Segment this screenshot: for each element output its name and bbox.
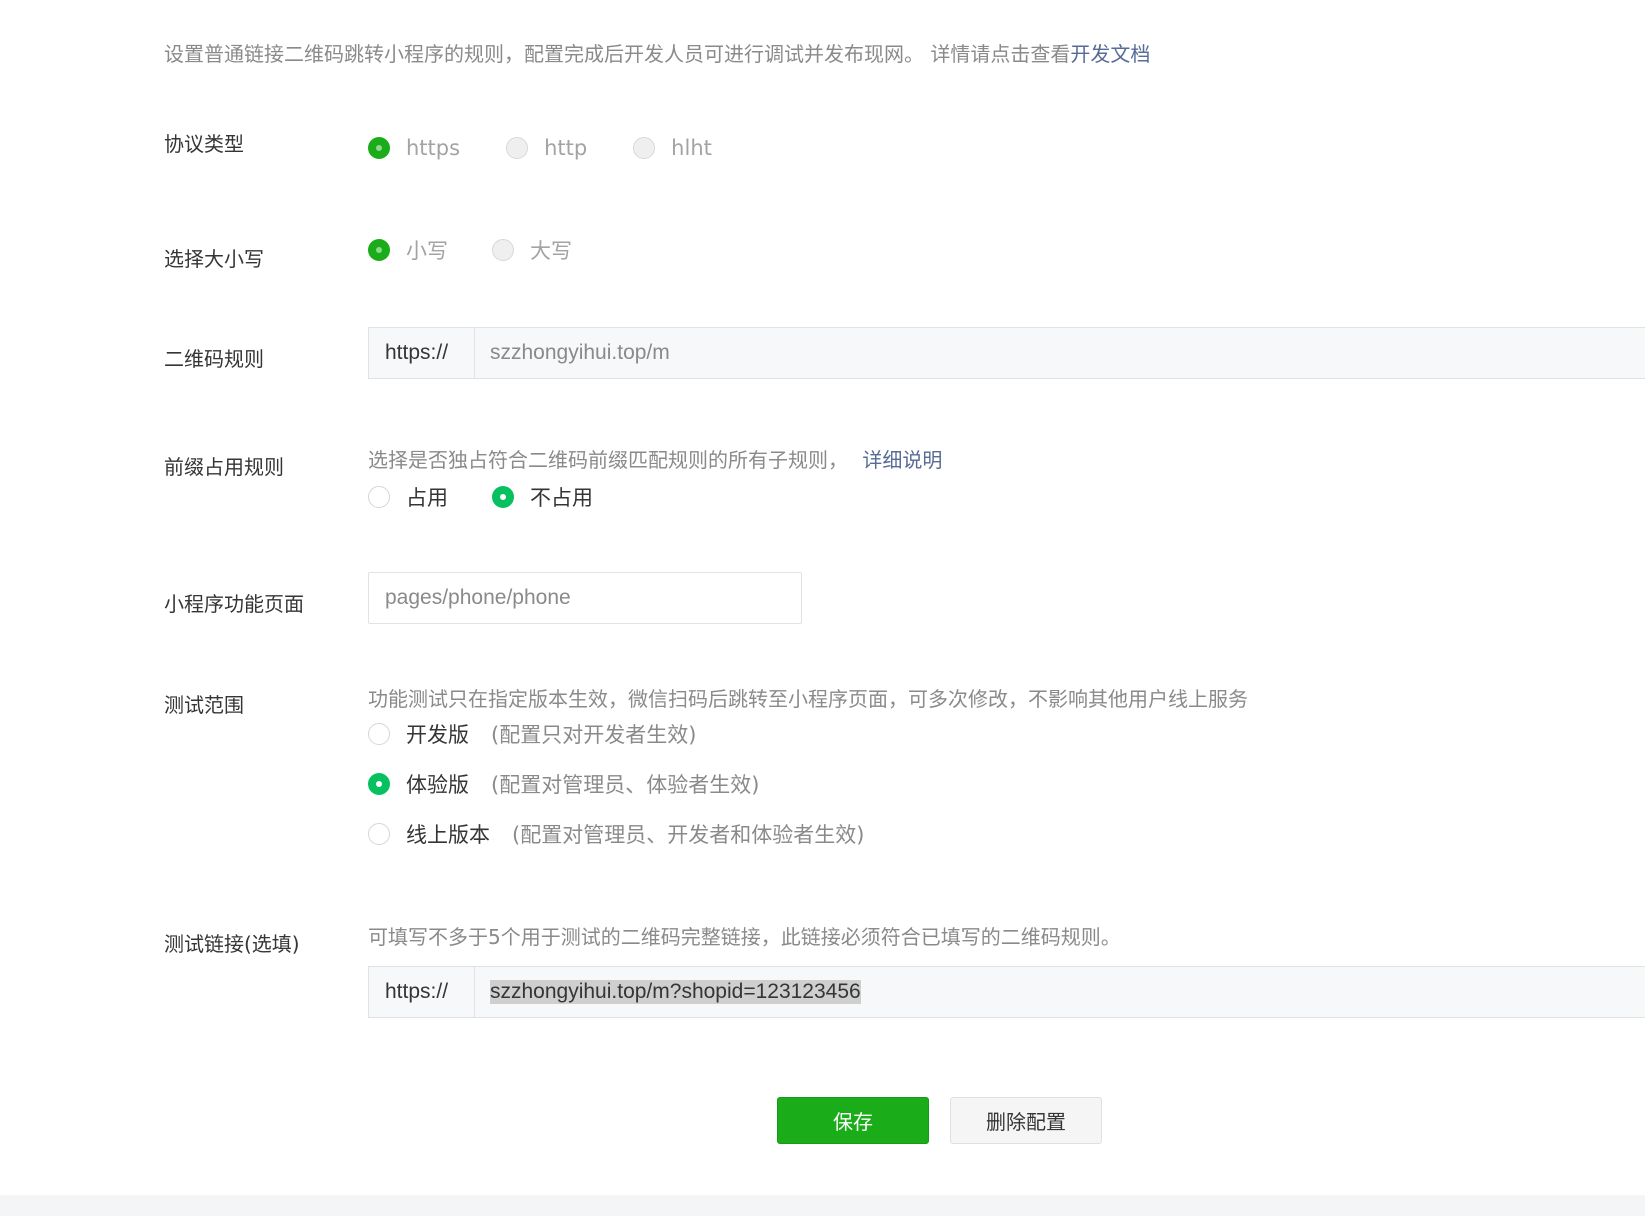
- description-text: 设置普通链接二维码跳转小程序的规则，配置完成后开发人员可进行调试并发布现网。 详…: [164, 42, 1071, 66]
- qr-rule-label: 二维码规则: [164, 347, 264, 371]
- test-link-input-group: https:// szzhongyihui.top/m?shopid=12312…: [368, 966, 1645, 1018]
- test-scope-option-label: 开发版: [406, 723, 469, 747]
- prefix-rule-hint-text: 选择是否独占符合二维码前缀匹配规则的所有子规则，: [368, 448, 848, 472]
- protocol-option-http[interactable]: http: [506, 136, 587, 160]
- qr-rule-input-group: https:// szzhongyihui.top/m: [368, 327, 1645, 379]
- letter-case-option-label: 大写: [530, 239, 572, 263]
- radio-unchecked-icon[interactable]: [368, 823, 390, 845]
- radio-checked-icon[interactable]: [492, 486, 514, 508]
- save-button[interactable]: 保存: [777, 1097, 929, 1144]
- radio-unchecked-icon[interactable]: [633, 137, 656, 159]
- test-link-input[interactable]: szzhongyihui.top/m?shopid=123123456: [475, 967, 1645, 1017]
- prefix-rule-option-label: 不占用: [530, 486, 593, 510]
- letter-case-option-label: 小写: [406, 239, 448, 263]
- protocol-option-label: http: [544, 136, 588, 160]
- radio-checked-icon[interactable]: [368, 137, 390, 159]
- prefix-rule-option-label: 占用: [406, 486, 448, 510]
- test-scope-option-note: (配置只对开发者生效): [491, 723, 697, 747]
- letter-case-radio-group: 小写 大写: [368, 235, 572, 265]
- prefix-rule-option-not-occupy[interactable]: 不占用: [492, 482, 593, 512]
- prefix-rule-option-occupy[interactable]: 占用: [368, 482, 448, 512]
- test-scope-option-trial[interactable]: 体验版 (配置对管理员、体验者生效): [368, 769, 759, 799]
- test-link-hint: 可填写不多于5个用于测试的二维码完整链接，此链接必须符合已填写的二维码规则。: [368, 925, 1121, 949]
- protocol-label: 协议类型: [164, 132, 244, 156]
- miniprogram-page-label: 小程序功能页面: [164, 592, 304, 616]
- test-scope-hint: 功能测试只在指定版本生效，微信扫码后跳转至小程序页面，可多次修改，不影响其他用户…: [368, 687, 1248, 711]
- prefix-rule-details-link[interactable]: 详细说明: [862, 448, 942, 472]
- footer-strip: [0, 1195, 1645, 1216]
- radio-unchecked-icon[interactable]: [492, 239, 514, 261]
- protocol-option-hlht[interactable]: hlht: [633, 136, 712, 160]
- test-link-label: 测试链接(选填): [164, 932, 300, 956]
- protocol-option-https[interactable]: https: [368, 136, 460, 160]
- radio-checked-icon[interactable]: [368, 773, 390, 795]
- prefix-rule-label: 前缀占用规则: [164, 455, 284, 479]
- prefix-rule-radio-group: 占用 不占用: [368, 482, 593, 512]
- qr-rule-input[interactable]: szzhongyihui.top/m: [475, 328, 1645, 378]
- miniprogram-page-value: pages/phone/phone: [385, 586, 571, 609]
- page-description: 设置普通链接二维码跳转小程序的规则，配置完成后开发人员可进行调试并发布现网。 详…: [164, 38, 1150, 67]
- miniprogram-page-input[interactable]: pages/phone/phone: [368, 572, 802, 624]
- qr-rule-value: szzhongyihui.top/m: [490, 341, 670, 364]
- test-scope-option-online[interactable]: 线上版本 (配置对管理员、开发者和体验者生效): [368, 819, 864, 849]
- radio-unchecked-icon[interactable]: [506, 137, 529, 159]
- protocol-option-label: https: [406, 136, 461, 160]
- test-scope-option-note: (配置对管理员、开发者和体验者生效): [512, 823, 865, 847]
- protocol-radio-group: https http hlht: [368, 136, 712, 160]
- test-link-prefix: https://: [369, 967, 475, 1017]
- qr-rule-config-form: 设置普通链接二维码跳转小程序的规则，配置完成后开发人员可进行调试并发布现网。 详…: [0, 0, 1645, 1195]
- protocol-option-label: hlht: [671, 136, 712, 160]
- qr-rule-prefix: https://: [369, 328, 475, 378]
- letter-case-option-lower[interactable]: 小写: [368, 235, 448, 265]
- delete-config-button[interactable]: 删除配置: [950, 1097, 1102, 1144]
- radio-unchecked-icon[interactable]: [368, 723, 390, 745]
- test-scope-option-note: (配置对管理员、体验者生效): [491, 773, 760, 797]
- test-scope-option-label: 线上版本: [406, 823, 490, 847]
- test-scope-option-dev[interactable]: 开发版 (配置只对开发者生效): [368, 719, 696, 749]
- letter-case-option-upper[interactable]: 大写: [492, 235, 572, 265]
- letter-case-label: 选择大小写: [164, 247, 264, 271]
- test-scope-option-label: 体验版: [406, 773, 469, 797]
- test-scope-label: 测试范围: [164, 693, 244, 717]
- radio-checked-icon[interactable]: [368, 239, 390, 261]
- radio-unchecked-icon[interactable]: [368, 486, 390, 508]
- dev-docs-link[interactable]: 开发文档: [1070, 42, 1150, 66]
- test-link-value: szzhongyihui.top/m?shopid=123123456: [490, 980, 861, 1004]
- prefix-rule-hint: 选择是否独占符合二维码前缀匹配规则的所有子规则， 详细说明: [368, 444, 942, 473]
